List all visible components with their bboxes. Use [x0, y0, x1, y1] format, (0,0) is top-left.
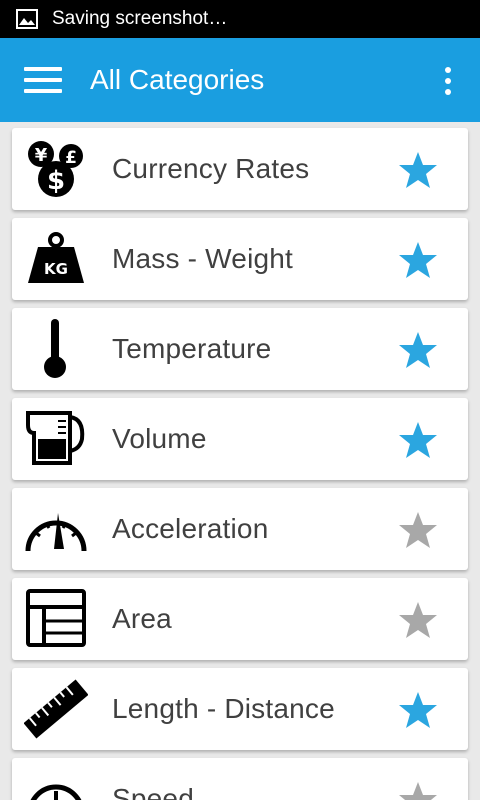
measuring-cup-icon: [24, 409, 88, 469]
category-item-speed[interactable]: Speed: [12, 758, 468, 800]
favorite-star-icon[interactable]: [398, 420, 438, 460]
speedometer-icon: [24, 499, 88, 559]
favorite-star-icon[interactable]: [398, 330, 438, 370]
favorite-star-icon[interactable]: [398, 780, 438, 800]
category-item-volume[interactable]: Volume: [12, 398, 468, 480]
svg-text:KG: KG: [44, 260, 68, 278]
svg-text:¥: ¥: [35, 145, 48, 166]
favorite-star-icon[interactable]: [398, 510, 438, 550]
category-label: Length - Distance: [112, 693, 335, 724]
category-label: Temperature: [112, 333, 272, 364]
thermometer-icon: [24, 319, 88, 379]
category-label: Currency Rates: [112, 153, 310, 184]
ruler-icon: [23, 679, 89, 739]
category-label: Volume: [112, 423, 207, 454]
category-item-mass-weight[interactable]: KG Mass - Weight: [12, 218, 468, 300]
image-notification-icon: [16, 9, 38, 29]
status-text: Saving screenshot…: [52, 8, 228, 29]
category-label: Acceleration: [112, 513, 269, 544]
category-item-area[interactable]: Area: [12, 578, 468, 660]
category-label: Area: [112, 603, 172, 634]
category-item-currency-rates[interactable]: ¥ £ $ Currency Rates: [12, 128, 468, 210]
svg-text:$: $: [47, 166, 65, 196]
category-item-length-distance[interactable]: Length - Distance: [12, 668, 468, 750]
category-label: Mass - Weight: [112, 243, 294, 274]
status-bar: Saving screenshot…: [0, 0, 480, 38]
menu-icon[interactable]: [24, 67, 62, 93]
weight-icon: KG: [24, 229, 88, 289]
favorite-star-icon[interactable]: [398, 600, 438, 640]
category-item-acceleration[interactable]: Acceleration: [12, 488, 468, 570]
favorite-star-icon[interactable]: [398, 690, 438, 730]
category-item-temperature[interactable]: Temperature: [12, 308, 468, 390]
favorite-star-icon[interactable]: [398, 240, 438, 280]
page-title: All Categories: [90, 64, 265, 95]
category-label: Speed: [112, 783, 194, 800]
speed-icon: [24, 769, 88, 800]
more-options-icon[interactable]: [444, 67, 452, 95]
area-icon: [24, 589, 88, 649]
app-bar: All Categories: [0, 38, 480, 122]
favorite-star-icon[interactable]: [398, 150, 438, 190]
currency-icon: ¥ £ $: [24, 139, 88, 199]
